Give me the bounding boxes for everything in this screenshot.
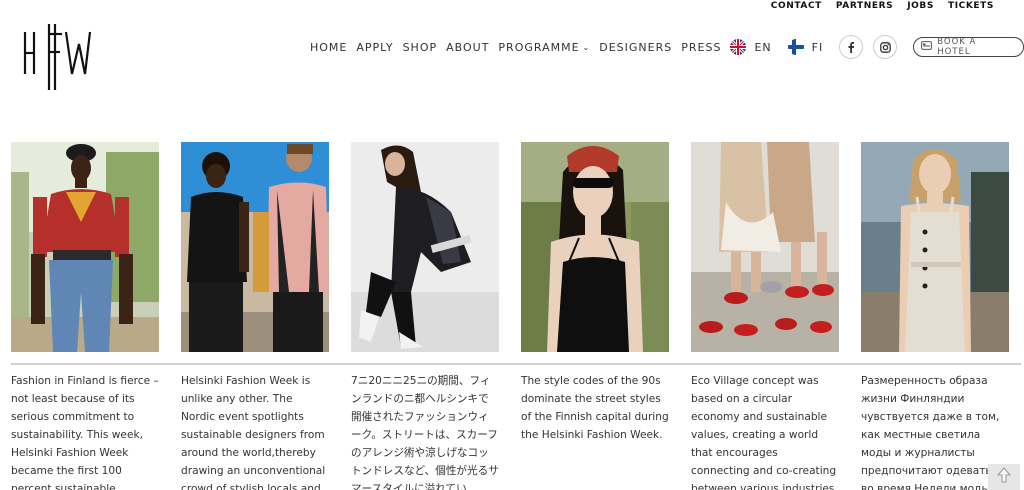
scroll-to-top-button[interactable]	[988, 464, 1020, 490]
article-caption-6[interactable]: Размеренность образа жизни Финляндии чув…	[861, 372, 1009, 490]
partners-link[interactable]: PARTNERS	[836, 0, 893, 14]
arrow-up-icon	[996, 466, 1012, 488]
jobs-link[interactable]: JOBS	[907, 0, 934, 14]
article-captions: Fashion in Finland is fierce – not least…	[11, 372, 1009, 490]
article-photo-3[interactable]	[351, 142, 499, 352]
instagram-icon[interactable]	[873, 35, 898, 59]
lang-en[interactable]: EN	[754, 41, 771, 54]
tickets-link[interactable]: TICKETS	[948, 0, 994, 14]
uk-flag-icon[interactable]	[730, 39, 747, 55]
top-utility-bar: CONTACT PARTNERS JOBS TICKETS	[771, 0, 994, 14]
nav-programme-label: PROGRAMME	[498, 40, 580, 54]
section-divider	[11, 363, 1021, 365]
contact-link[interactable]: CONTACT	[771, 0, 822, 14]
nav-apply[interactable]: APPLY	[356, 41, 393, 54]
nav-home[interactable]: HOME	[310, 41, 347, 54]
nav-designers[interactable]: DESIGNERS	[599, 41, 672, 54]
article-caption-2[interactable]: Helsinki Fashion Week is unlike any othe…	[181, 372, 329, 490]
lang-fi[interactable]: FI	[812, 41, 824, 54]
article-photo-5[interactable]	[691, 142, 839, 352]
nav-press[interactable]: PRESS	[681, 41, 721, 54]
article-photo-6[interactable]	[861, 142, 1009, 352]
article-caption-5[interactable]: Eco Village concept was based on a circu…	[691, 372, 839, 490]
main-nav: HOME APPLY SHOP ABOUT PROGRAMME ⌄ DESIGN…	[310, 35, 1024, 59]
article-photo-2[interactable]	[181, 142, 329, 352]
book-hotel-button[interactable]: BOOK A HOTEL	[913, 37, 1024, 57]
nav-shop[interactable]: SHOP	[403, 41, 438, 54]
nav-about[interactable]: ABOUT	[446, 41, 489, 54]
article-photo-1[interactable]	[11, 142, 159, 352]
hfw-logo[interactable]	[22, 22, 92, 92]
finland-flag-icon[interactable]	[787, 39, 804, 55]
article-photo-grid	[11, 142, 1009, 352]
chevron-down-icon: ⌄	[582, 42, 591, 52]
article-caption-3[interactable]: 7ニ20ニニ25ニの期間、フィンランドのニ都ヘルシンキで開催されたファッションウ…	[351, 372, 499, 490]
nav-programme[interactable]: PROGRAMME ⌄	[498, 41, 590, 54]
hotel-icon	[921, 41, 933, 53]
article-caption-1[interactable]: Fashion in Finland is fierce – not least…	[11, 372, 159, 490]
book-hotel-label: BOOK A HOTEL	[937, 37, 977, 57]
article-photo-4[interactable]	[521, 142, 669, 352]
article-caption-4[interactable]: The style codes of the 90s dominate the …	[521, 372, 669, 490]
facebook-icon[interactable]	[839, 35, 864, 59]
